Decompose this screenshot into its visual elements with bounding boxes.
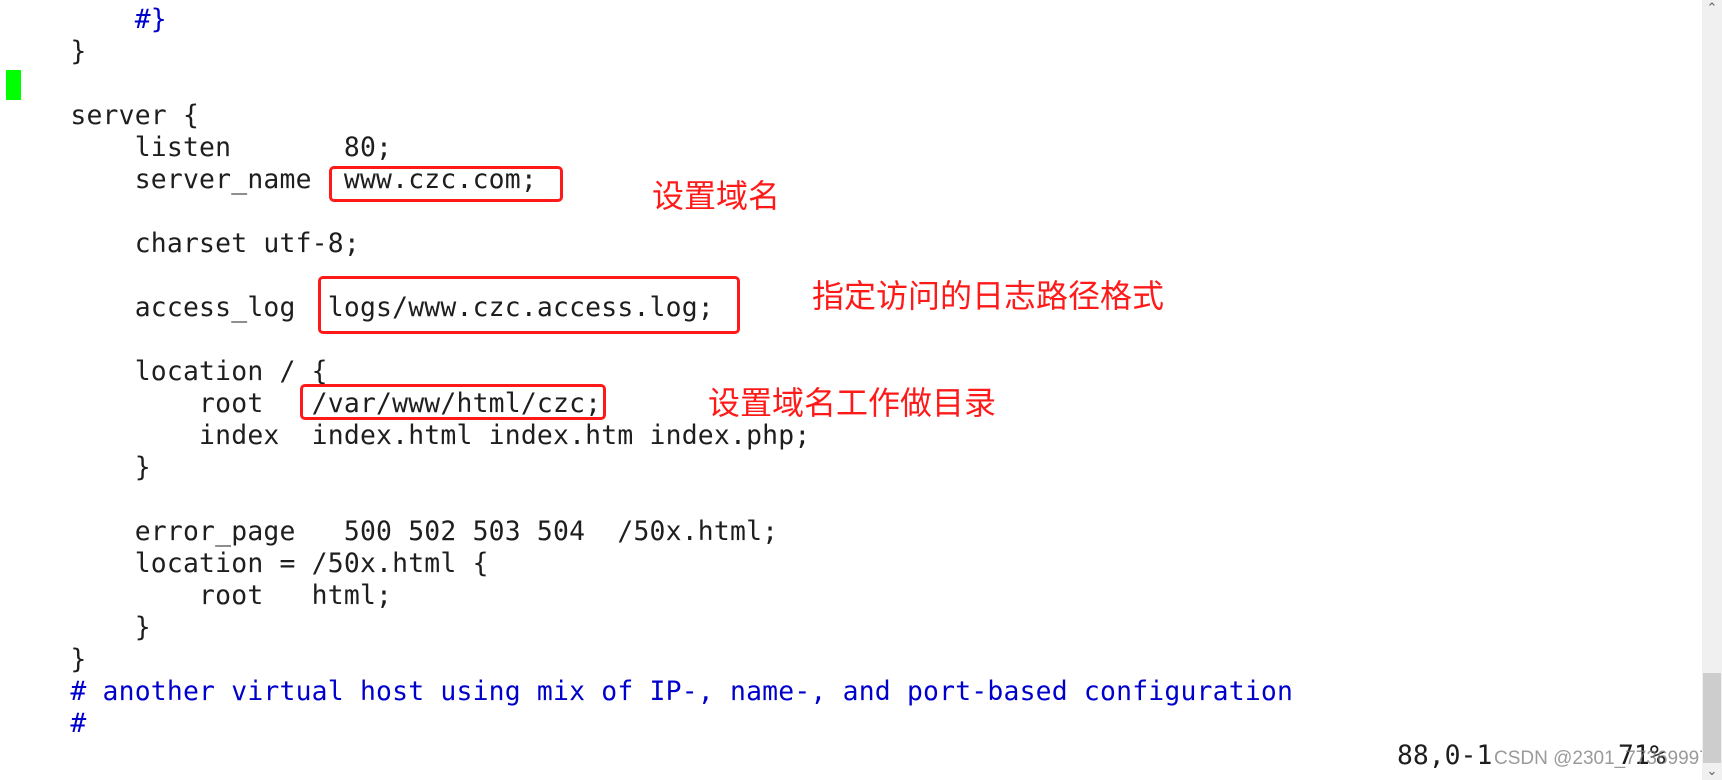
code-line: root html; — [6, 580, 393, 611]
code-line: #} — [6, 4, 167, 35]
cursor-position-status: 88,0-1 — [1397, 740, 1493, 771]
scrollbar-thumb[interactable] — [1703, 673, 1721, 763]
code-line: # — [6, 708, 87, 739]
code-line: # another virtual host using mix of IP-,… — [6, 676, 1294, 707]
annotation-set-domain: 设置域名 — [652, 177, 781, 215]
code-line: } — [6, 452, 151, 483]
code-line: location = /50x.html { — [6, 548, 489, 579]
code-line: server { — [6, 100, 200, 131]
chevron-down-icon[interactable]: ⌄ — [1702, 764, 1722, 780]
annotation-root-directory: 设置域名工作做目录 — [708, 384, 997, 422]
highlight-box-access-log — [318, 276, 740, 334]
code-line: server_name www.czc.com; — [6, 164, 537, 195]
code-line: index index.html index.htm index.php; — [6, 420, 811, 451]
code-line: listen 80; — [6, 132, 393, 163]
code-line: } — [6, 36, 87, 67]
watermark: CSDN @2301_77369997 — [1494, 748, 1710, 769]
text-cursor — [6, 70, 21, 100]
vim-editor-buffer[interactable]: #} } server { listen 80; server_name www… — [6, 4, 1696, 740]
code-line: } — [6, 644, 87, 675]
highlight-box-root — [300, 384, 606, 420]
code-line: error_page 500 502 503 504 /50x.html; — [6, 516, 779, 547]
vertical-scrollbar[interactable]: ⌃ ⌄ — [1702, 0, 1722, 780]
annotation-access-log-path: 指定访问的日志路径格式 — [812, 277, 1165, 315]
code-line: charset utf-8; — [6, 228, 360, 259]
code-line: } — [6, 612, 151, 643]
chevron-up-icon[interactable]: ⌃ — [1702, 1, 1722, 17]
highlight-box-server-name — [329, 166, 563, 202]
